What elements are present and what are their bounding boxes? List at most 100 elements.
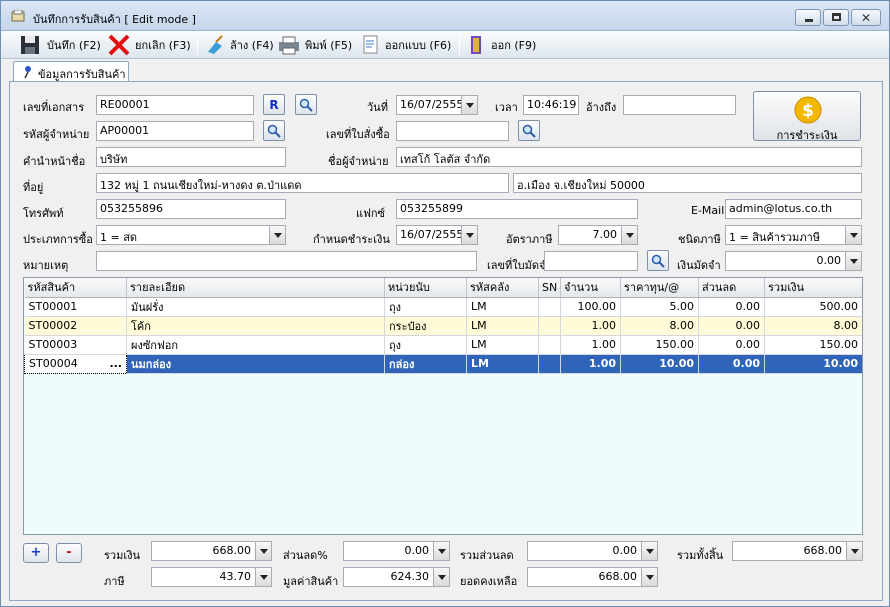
phone-input[interactable]: 053255896 (96, 199, 286, 219)
chevron-down-icon[interactable] (846, 542, 862, 560)
chevron-down-icon[interactable] (621, 226, 637, 244)
cell-item-code[interactable]: ST00002 (24, 316, 127, 336)
col-header-unit-cost[interactable]: ราคาทุน/@ (620, 278, 699, 298)
deposit-no-input[interactable] (544, 251, 638, 271)
chevron-down-icon[interactable] (641, 568, 657, 586)
col-header-total[interactable]: รวมเงิน (764, 278, 862, 298)
table-row[interactable]: ST00001 มันฝรั่ง ถุง LM 100.00 5.00 0.00… (24, 297, 862, 317)
remove-row-button[interactable]: - (56, 543, 82, 563)
col-header-unit[interactable]: หน่วยนับ (384, 278, 467, 298)
print-button[interactable]: พิมพ์ (F5) (277, 34, 352, 56)
cancel-button[interactable]: ยกเลิก (F3) (107, 34, 191, 56)
address-line2-input[interactable]: อ.เมือง จ.เชียงใหม่ 50000 (513, 173, 862, 193)
cell-total[interactable]: 10.00 (764, 354, 862, 374)
supplier-search-button[interactable] (263, 120, 285, 141)
clear-button[interactable]: ล้าง (F4) (204, 34, 274, 56)
total-discount-field[interactable]: 0.00 (527, 541, 658, 561)
table-row[interactable]: ST00002 โค้ก กระป๋อง LM 1.00 8.00 0.00 8… (24, 316, 862, 336)
cell-item-code-editing[interactable]: ST00004 ... (24, 353, 127, 374)
cell-total[interactable]: 150.00 (764, 335, 862, 355)
col-header-discount[interactable]: ส่วนลด (698, 278, 765, 298)
col-header-quantity[interactable]: จำนวน (560, 278, 621, 298)
cell-sn[interactable] (538, 354, 561, 374)
cell-item-code[interactable]: ST00003 (24, 335, 127, 355)
deposit-amount-select[interactable]: 0.00 (725, 251, 862, 271)
chevron-down-icon[interactable] (641, 542, 657, 560)
chevron-down-icon[interactable] (269, 226, 285, 244)
maximize-button[interactable] (823, 9, 849, 26)
tax-rate-select[interactable]: 7.00 (558, 225, 638, 245)
cell-unit-cost[interactable]: 10.00 (620, 354, 699, 374)
deposit-search-button[interactable] (647, 250, 669, 271)
cell-unit[interactable]: ถุง (384, 335, 467, 355)
note-input[interactable] (96, 251, 477, 271)
date-picker[interactable]: 16/07/2555 (396, 95, 478, 115)
discount-pct-field[interactable]: 0.00 (343, 541, 450, 561)
supplier-name-input[interactable]: เทสโก้ โลตัส จำกัด (396, 147, 862, 167)
chevron-down-icon[interactable] (255, 542, 271, 560)
chevron-down-icon[interactable] (255, 568, 271, 586)
cell-discount[interactable]: 0.00 (698, 335, 765, 355)
cell-description[interactable]: มันฝรั่ง (126, 297, 385, 317)
prefix-input[interactable]: บริษัท (96, 147, 286, 167)
goods-value-field[interactable]: 624.30 (343, 567, 450, 587)
payment-button[interactable]: $ การชำระเงิน (753, 91, 861, 142)
chevron-down-icon[interactable] (461, 226, 477, 244)
chevron-down-icon[interactable] (433, 568, 449, 586)
cell-warehouse[interactable]: LM (466, 335, 539, 355)
time-input[interactable]: 10:46:19 (523, 95, 579, 115)
cell-unit[interactable]: ถุง (384, 297, 467, 317)
cell-unit[interactable]: กระป๋อง (384, 316, 467, 336)
po-search-button[interactable] (518, 120, 540, 141)
cell-unit[interactable]: กล่อง (384, 354, 467, 374)
balance-field[interactable]: 668.00 (527, 567, 658, 587)
cell-total[interactable]: 8.00 (764, 316, 862, 336)
tax-field[interactable]: 43.70 (151, 567, 272, 587)
ref-input[interactable] (623, 95, 736, 115)
cell-total[interactable]: 500.00 (764, 297, 862, 317)
cell-warehouse[interactable]: LM (466, 316, 539, 336)
cell-quantity[interactable]: 1.00 (560, 316, 621, 336)
exit-button[interactable]: ออก (F9) (467, 34, 536, 56)
cell-unit-cost[interactable]: 150.00 (620, 335, 699, 355)
cell-quantity[interactable]: 1.00 (560, 354, 621, 374)
email-input[interactable]: admin@lotus.co.th (725, 199, 862, 219)
chevron-down-icon[interactable] (845, 226, 861, 244)
cell-quantity[interactable]: 1.00 (560, 335, 621, 355)
close-button[interactable]: ✕ (851, 9, 881, 26)
table-row-selected[interactable]: ST00004 ... นมกล่อง กล่อง LM 1.00 10.00 … (24, 353, 862, 374)
chevron-down-icon[interactable] (461, 96, 477, 114)
subtotal-field[interactable]: 668.00 (151, 541, 272, 561)
address-line1-input[interactable]: 132 หมู่ 1 ถนนเชียงใหม่-หางดง ต.ป่าแดด (96, 173, 509, 193)
grand-total-field[interactable]: 668.00 (732, 541, 863, 561)
cell-sn[interactable] (538, 297, 561, 317)
cell-unit-cost[interactable]: 5.00 (620, 297, 699, 317)
doc-search-button[interactable] (295, 94, 317, 115)
cell-unit-cost[interactable]: 8.00 (620, 316, 699, 336)
col-header-description[interactable]: รายละเอียด (126, 278, 385, 298)
minimize-button[interactable] (795, 9, 821, 26)
cell-sn[interactable] (538, 335, 561, 355)
cell-item-code[interactable]: ST00004 (29, 357, 78, 370)
col-header-sn[interactable]: SN (538, 278, 561, 298)
cell-description[interactable]: นมกล่อง (126, 354, 385, 374)
fax-input[interactable]: 053255899 (396, 199, 638, 219)
cell-description[interactable]: ผงซักฟอก (126, 335, 385, 355)
doc-no-input[interactable]: RE00001 (96, 95, 254, 115)
add-row-button[interactable]: + (23, 543, 49, 563)
r-button[interactable]: R (263, 94, 285, 115)
items-grid[interactable]: รหัสสินค้า รายละเอียด หน่วยนับ รหัสคลัง … (23, 277, 863, 535)
col-header-warehouse[interactable]: รหัสคลัง (466, 278, 539, 298)
cell-item-code[interactable]: ST00001 (24, 297, 127, 317)
tax-type-select[interactable]: 1 = สินค้ารวมภาษี (725, 225, 862, 245)
table-row[interactable]: ST00003 ผงซักฟอก ถุง LM 1.00 150.00 0.00… (24, 335, 862, 355)
cell-description[interactable]: โค้ก (126, 316, 385, 336)
purchase-type-select[interactable]: 1 = สด (96, 225, 286, 245)
cell-discount[interactable]: 0.00 (698, 354, 765, 374)
cell-warehouse[interactable]: LM (466, 354, 539, 374)
tab-receive-info[interactable]: ข้อมูลการรับสินค้า (13, 61, 129, 82)
design-button[interactable]: ออกแบบ (F6) (361, 34, 451, 56)
cell-quantity[interactable]: 100.00 (560, 297, 621, 317)
due-date-picker[interactable]: 16/07/2555 (396, 225, 478, 245)
col-header-item-code[interactable]: รหัสสินค้า (24, 278, 127, 298)
